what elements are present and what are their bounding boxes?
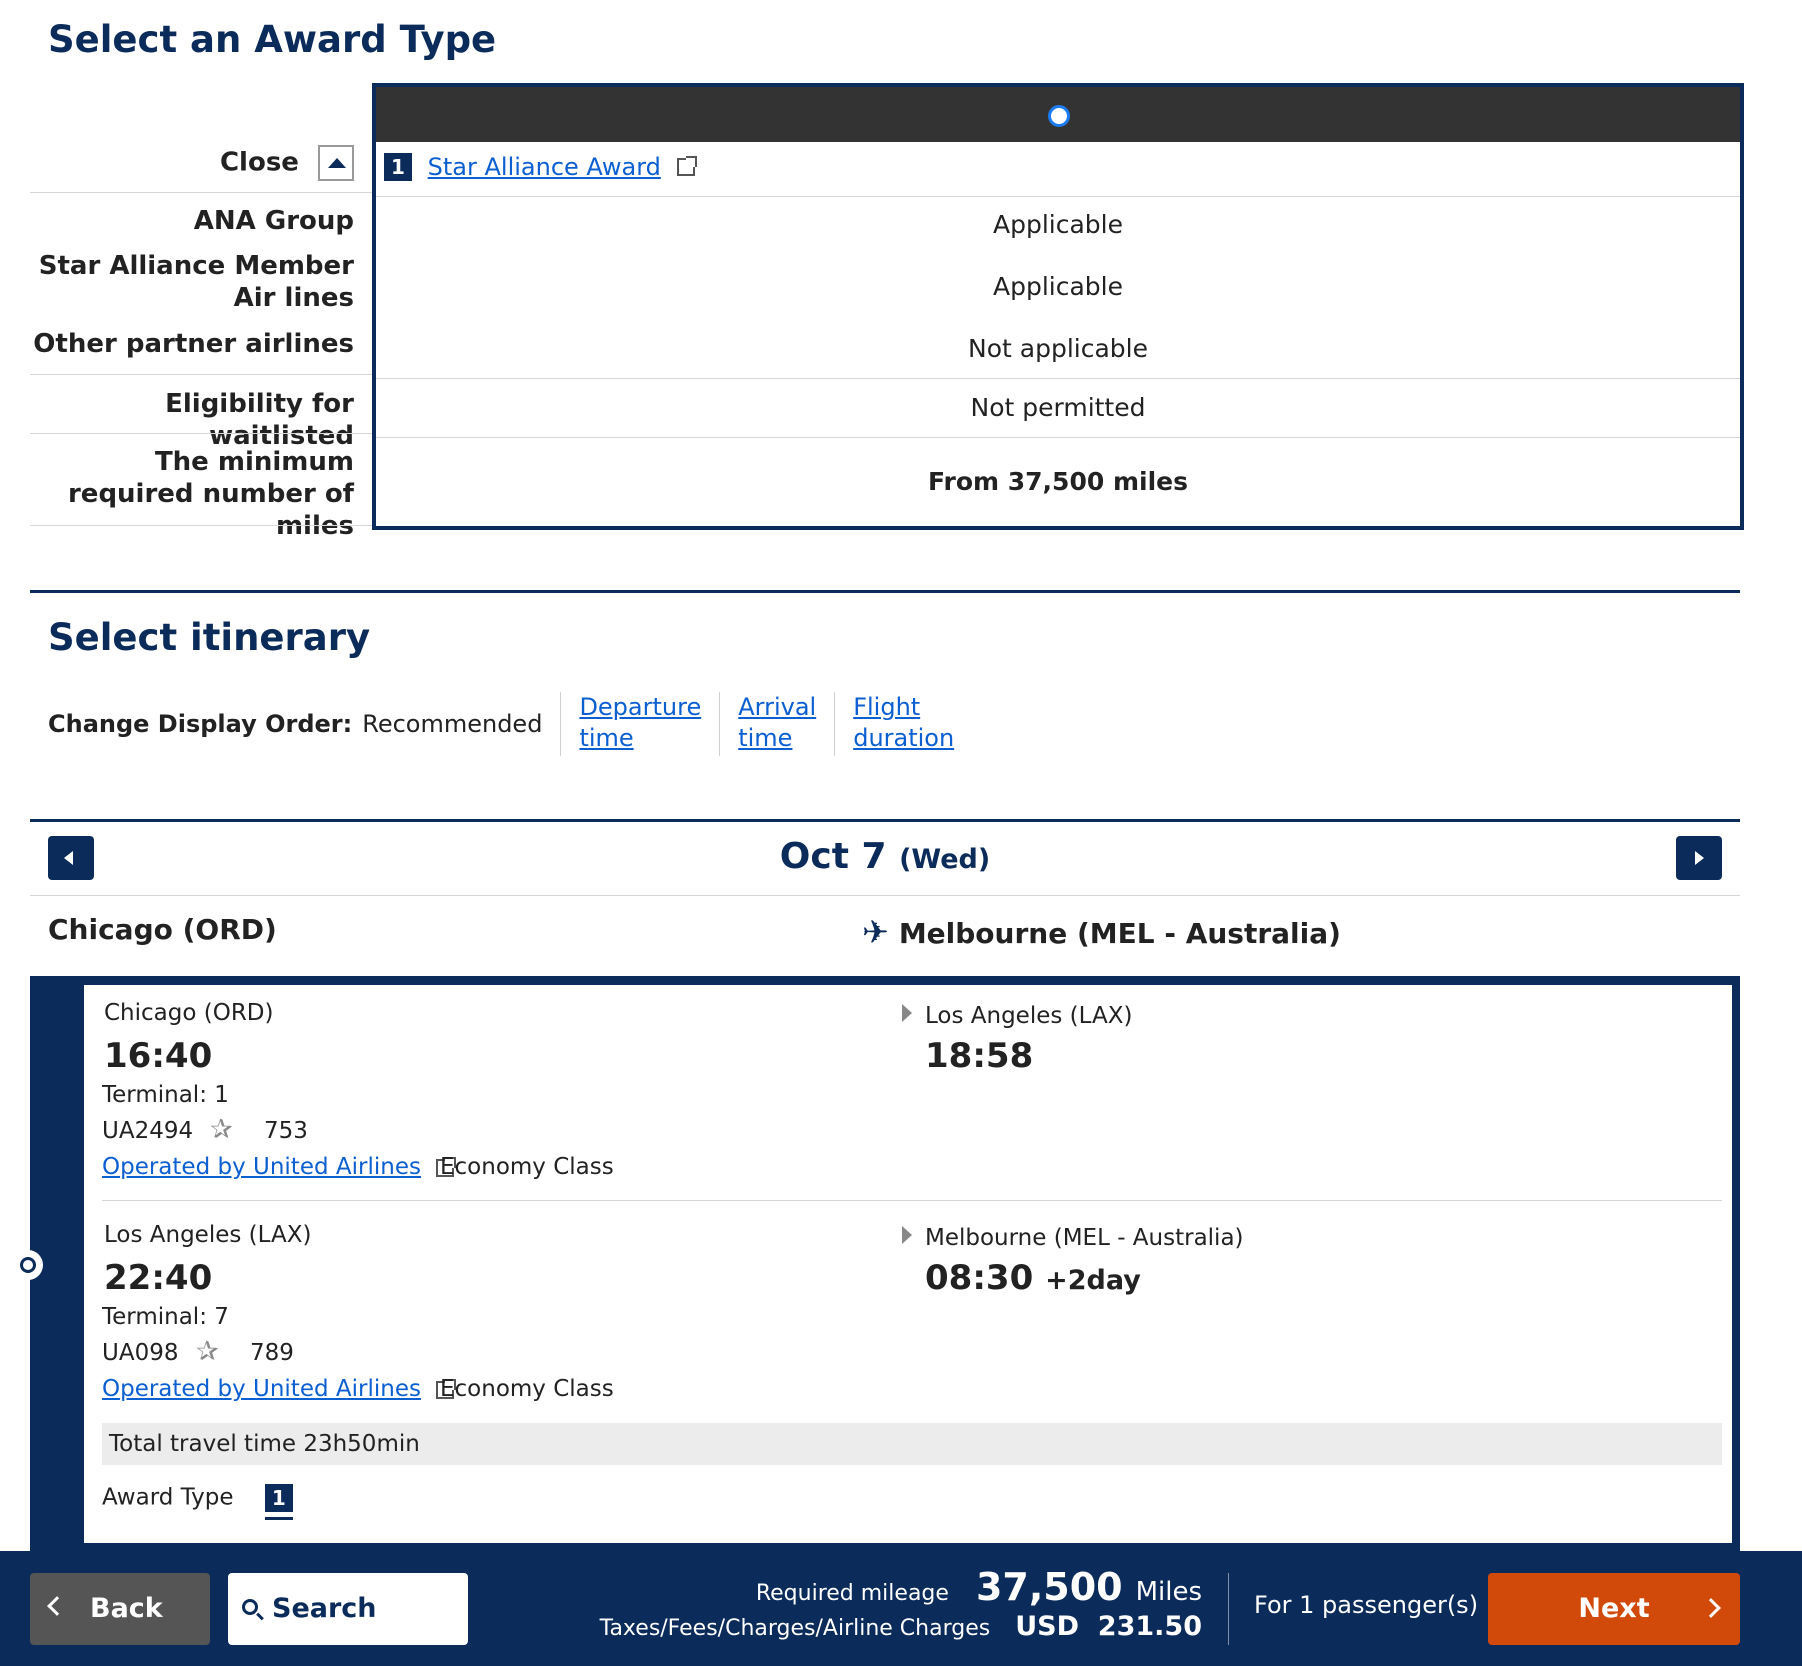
required-mileage-label: Required mileage (755, 1581, 949, 1606)
row-label-waitlisted: Eligibility for waitlisted (165, 389, 354, 451)
row-label-other-partners: Other partner airlines (33, 329, 354, 359)
search-again-button[interactable]: Search Again (228, 1573, 468, 1666)
award-option-header[interactable] (376, 87, 1740, 142)
divider (30, 192, 372, 193)
caret-up-icon (328, 158, 346, 168)
total-travel-time: Total travel time 23h50min (102, 1423, 1722, 1465)
segment-aircraft: 789 (250, 1340, 294, 1366)
taxes-label: Taxes/Fees/Charges/Airline Charges (599, 1616, 991, 1641)
section-divider (30, 590, 1740, 593)
operated-by-link[interactable]: Operated by United Airlines (102, 1376, 421, 1402)
star-alliance-award-link[interactable]: Star Alliance Award (428, 153, 661, 181)
date-navigation: Oct 7 (Wed) (30, 822, 1740, 896)
segment-dep-time: 22:40 (104, 1258, 213, 1298)
award-type-title: Select an Award Type (48, 18, 497, 61)
segment-day-offset: +2day (1045, 1265, 1141, 1296)
route-destination: Melbourne (MEL - Australia) (898, 917, 1341, 950)
segment-to: Los Angeles (LAX) (925, 1003, 1133, 1029)
passenger-count: For 1 passenger(s) (1254, 1591, 1479, 1619)
sort-departure-time[interactable]: Departure time (579, 693, 701, 752)
next-day-button[interactable] (1676, 836, 1722, 880)
segment-cabin: Economy Class (440, 1154, 614, 1180)
segment-cabin: Economy Class (440, 1376, 614, 1402)
route-origin: Chicago (ORD) (48, 913, 277, 946)
display-order-current: Recommended (362, 710, 543, 738)
award-number-badge: 1 (384, 153, 412, 181)
itinerary-title: Select itinerary (48, 616, 371, 659)
segment-terminal: Terminal: 7 (102, 1304, 229, 1330)
segment-dep-time: 16:40 (104, 1036, 213, 1076)
value-ana-group: Applicable (993, 210, 1123, 239)
row-label-star-alliance: Star Alliance Member Air lines (38, 251, 354, 313)
taxes-value: USD 231.50 (1015, 1611, 1202, 1642)
star-alliance-icon: ✰ (196, 1336, 219, 1367)
miles-unit: Miles (1135, 1577, 1202, 1607)
row-label-min-miles: The minimum required number of miles (67, 447, 354, 541)
segment-arr-time: 18:58 (925, 1036, 1034, 1076)
row-label-ana-group: ANA Group (193, 206, 354, 236)
selected-date: Oct 7 (779, 836, 887, 877)
segment-aircraft: 753 (264, 1118, 308, 1144)
close-toggle-button[interactable] (318, 145, 354, 181)
divider (1228, 1573, 1229, 1645)
flight-option-radio[interactable] (13, 1250, 43, 1280)
award-option-card[interactable]: 1 Star Alliance Award Applicable Applica… (372, 83, 1744, 530)
award-number-badge: 1 (264, 1484, 293, 1512)
award-option-radio[interactable] (1048, 105, 1070, 127)
required-miles-value: 37,500 (975, 1565, 1123, 1609)
segment-from: Chicago (ORD) (104, 1000, 274, 1026)
value-min-miles: From 37,500 miles (928, 467, 1188, 496)
caret-right-icon (1695, 851, 1704, 865)
operated-by-link[interactable]: Operated by United Airlines (102, 1154, 421, 1180)
chevron-right-icon (1701, 1598, 1721, 1618)
airplane-icon: ✈ (862, 913, 889, 951)
value-other-partners: Not applicable (968, 334, 1148, 363)
close-label: Close (219, 147, 299, 178)
display-order-bar: Change Display Order: Recommended Depart… (48, 684, 972, 764)
value-star-alliance: Applicable (993, 272, 1123, 301)
segment-to: Melbourne (MEL - Australia) (925, 1225, 1244, 1251)
external-link-icon (676, 156, 697, 176)
sort-flight-duration[interactable]: Flight duration (853, 693, 954, 752)
booking-footer: Back Search Again Required mileage 37,50… (0, 1551, 1802, 1666)
arrow-right-icon (902, 1226, 912, 1244)
arrow-right-icon (902, 1004, 912, 1022)
next-button[interactable]: Next (1488, 1573, 1740, 1645)
value-waitlisted: Not permitted (970, 393, 1146, 422)
search-icon (242, 1599, 258, 1615)
segment-arr-time: 08:30 (925, 1258, 1034, 1298)
display-order-label: Change Display Order: (48, 710, 353, 738)
segment-flight-number: UA098 (102, 1340, 179, 1366)
star-alliance-icon: ✰ (210, 1114, 233, 1145)
sort-arrival-time[interactable]: Arrival time (738, 693, 816, 752)
segment-terminal: Terminal: 1 (102, 1082, 229, 1108)
segment-from: Los Angeles (LAX) (104, 1222, 312, 1248)
award-type-label: Award Type (102, 1484, 234, 1511)
fare-summary: Required mileage 37,500 Miles Taxes/Fees… (600, 1565, 1202, 1642)
selected-day-of-week: (Wed) (899, 844, 991, 875)
segment-flight-number: UA2494 (102, 1118, 194, 1144)
chevron-left-icon (47, 1596, 67, 1616)
back-button[interactable]: Back (30, 1573, 210, 1645)
